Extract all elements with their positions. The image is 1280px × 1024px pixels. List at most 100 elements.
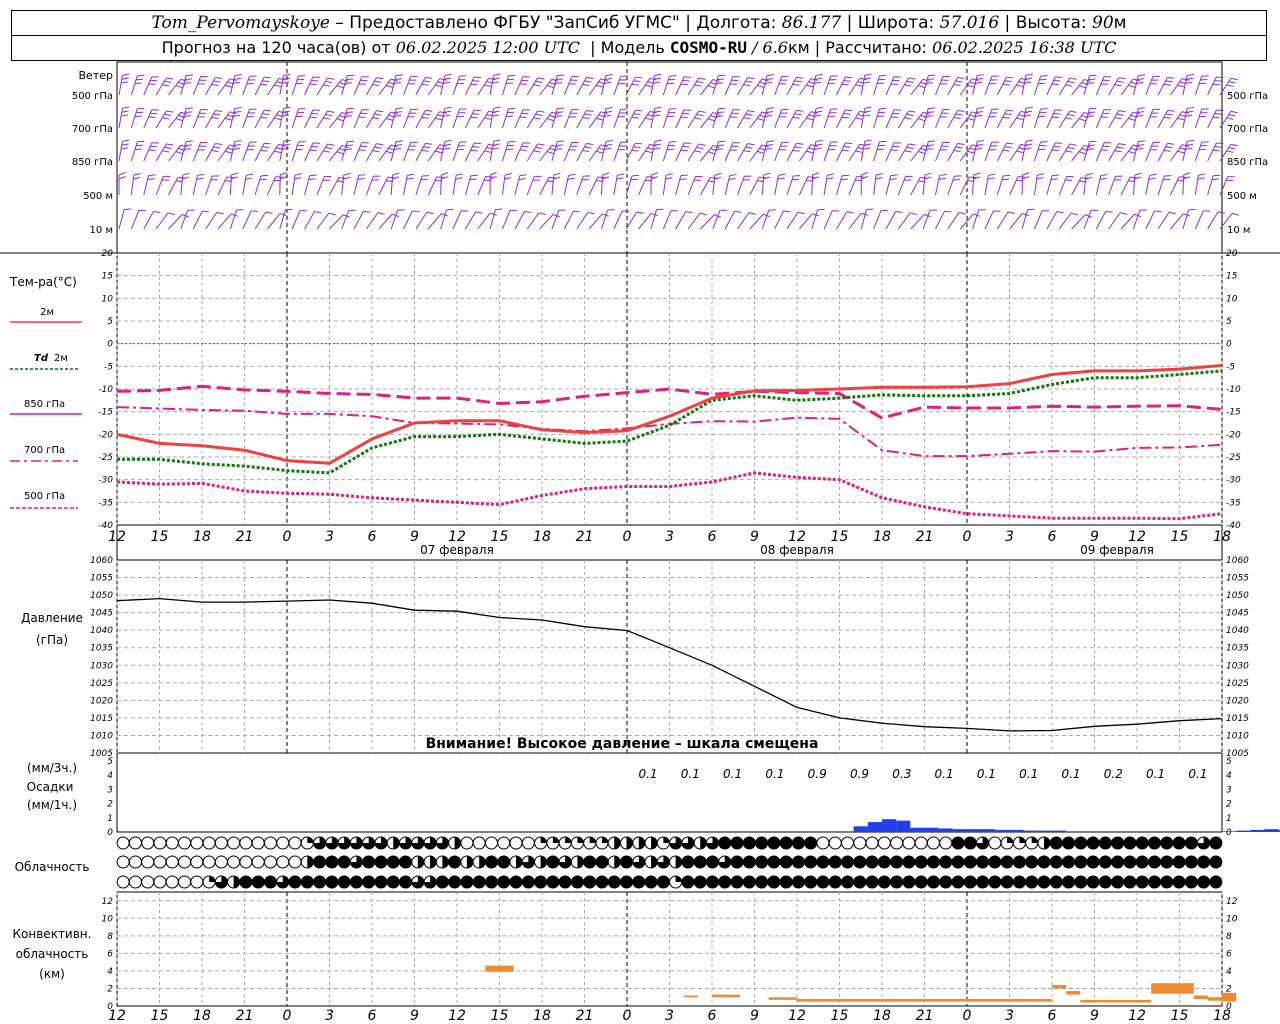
- wind-barb: [254, 142, 265, 162]
- wind-barb-flag: [425, 142, 433, 145]
- wind-barb-flag: [855, 117, 863, 120]
- cloud-fill-full: [1148, 837, 1161, 849]
- wind-barb: [192, 109, 202, 129]
- cloud-fill-full: [792, 856, 805, 868]
- wind-barb-flag: [215, 110, 223, 113]
- wind-barb: [440, 209, 447, 230]
- wind-barb-flag: [616, 177, 624, 180]
- wind-barb-flag: [226, 176, 234, 179]
- precip-3h-value: 0.2: [1104, 767, 1123, 781]
- wind-barb-flag: [1212, 149, 1220, 152]
- pressure-ytick-right: 1035: [1226, 644, 1249, 654]
- wind-barb-flag: [653, 81, 661, 84]
- wind-barb-flag: [308, 178, 316, 181]
- cloud-fill-full: [743, 876, 756, 888]
- wind-barb-flag: [121, 77, 129, 80]
- wind-barb-flag: [814, 81, 822, 84]
- wind-barb-flag: [717, 144, 725, 147]
- series-t700: [116, 406, 1223, 458]
- wind-barb-flag: [1230, 143, 1238, 147]
- wind-barb-flag: [1055, 76, 1063, 78]
- cloud-circle: [472, 836, 486, 850]
- wind-barb: [972, 175, 975, 196]
- wind-barb-flag: [1216, 109, 1224, 112]
- wind-barb: [625, 175, 633, 196]
- temp-ytick-right: 10: [1226, 294, 1238, 304]
- wind-barb-flag: [863, 114, 871, 117]
- wind-barb: [885, 142, 895, 162]
- wind-barb-flag: [435, 150, 443, 154]
- pressure-ytick-left: 1015: [90, 714, 113, 724]
- precip-ytick-right: 2: [1226, 800, 1232, 810]
- wind-barb-flag: [164, 146, 172, 150]
- wind-barb-flag: [778, 173, 786, 176]
- cloud-circle: [153, 836, 167, 850]
- wind-barb-flag: [475, 211, 483, 214]
- wind-barb-flag: [1055, 142, 1063, 144]
- precip-bar: [924, 827, 939, 832]
- wind-barb: [1170, 144, 1183, 162]
- cloud-fill-full: [1123, 856, 1136, 868]
- wind-barb-flag: [743, 84, 751, 87]
- wind-barb: [947, 143, 958, 162]
- wind-barb-flag: [908, 110, 916, 113]
- precip-ytick-right: 0: [1226, 828, 1232, 838]
- time-tick-label-bottom: 3: [665, 1008, 674, 1024]
- wind-barb: [143, 142, 153, 162]
- wind-barb-flag: [122, 73, 130, 76]
- cloud-fill-full: [1074, 837, 1087, 849]
- wind-barb: [563, 109, 573, 129]
- wind-barb: [662, 108, 670, 129]
- wind-barb-flag: [162, 117, 170, 120]
- wind-barb-flag: [133, 176, 141, 180]
- wind-barb-flag: [1186, 143, 1194, 146]
- wind-barb: [836, 211, 848, 230]
- wind-barb-flag: [548, 176, 557, 179]
- cloud-fill-full: [1087, 856, 1100, 868]
- pressure-warning: Внимание! Высокое давление – шкала смеще…: [426, 736, 819, 752]
- cloud-circle: [190, 836, 204, 850]
- wind-level-label-right: 500 гПа: [1227, 91, 1268, 102]
- wind-barb-flag: [175, 118, 183, 122]
- wind-barb-flag: [957, 110, 965, 113]
- wind-barb-flag: [917, 85, 925, 89]
- cloud-fill-full: [325, 856, 338, 868]
- time-tick-label: 3: [665, 529, 674, 545]
- wind-barb-flag: [441, 172, 449, 176]
- wind-barb-flag: [282, 110, 290, 113]
- wind-barb-flag: [376, 110, 384, 113]
- wind-barb: [440, 174, 442, 196]
- wind-barb-flag: [164, 80, 172, 84]
- wind-barb: [427, 78, 441, 96]
- wind-barb-flag: [185, 74, 194, 77]
- wind-barb-flag: [234, 140, 242, 143]
- cloud-fill-full: [988, 856, 1001, 868]
- wind-barb-flag: [412, 210, 420, 213]
- cloud-fill-sector: [516, 855, 523, 868]
- precip-bar: [1193, 831, 1208, 832]
- wind-barb: [1095, 211, 1107, 230]
- wind-barb-flag: [484, 117, 492, 120]
- cloud-fill-full: [301, 876, 314, 888]
- cloud-fill-full: [780, 856, 793, 868]
- wind-barb-flag: [908, 143, 916, 146]
- time-tick-label-bottom: 15: [151, 1008, 169, 1024]
- temp-ytick-right: 15: [1226, 272, 1238, 282]
- cloud-fill-full: [522, 876, 535, 888]
- wind-barb: [836, 175, 843, 196]
- wind-barb-flag: [635, 142, 643, 145]
- time-tick-label: 9: [750, 529, 759, 545]
- precip-bar: [1207, 831, 1222, 832]
- wind-barb: [600, 175, 604, 196]
- cloud-fill-full: [841, 856, 854, 868]
- wind-barb-flag: [492, 110, 500, 113]
- time-tick-label: 18: [533, 529, 551, 545]
- wind-barb-flag: [694, 84, 702, 87]
- wind-barb-flag: [1216, 76, 1224, 79]
- wind-barb-flag: [283, 106, 291, 109]
- cloud-fill-full: [681, 856, 694, 868]
- precip-ytick-left: 0: [107, 828, 113, 838]
- wind-barb: [1021, 209, 1029, 230]
- wind-barb-flag: [336, 118, 344, 122]
- wind-barb: [452, 175, 457, 196]
